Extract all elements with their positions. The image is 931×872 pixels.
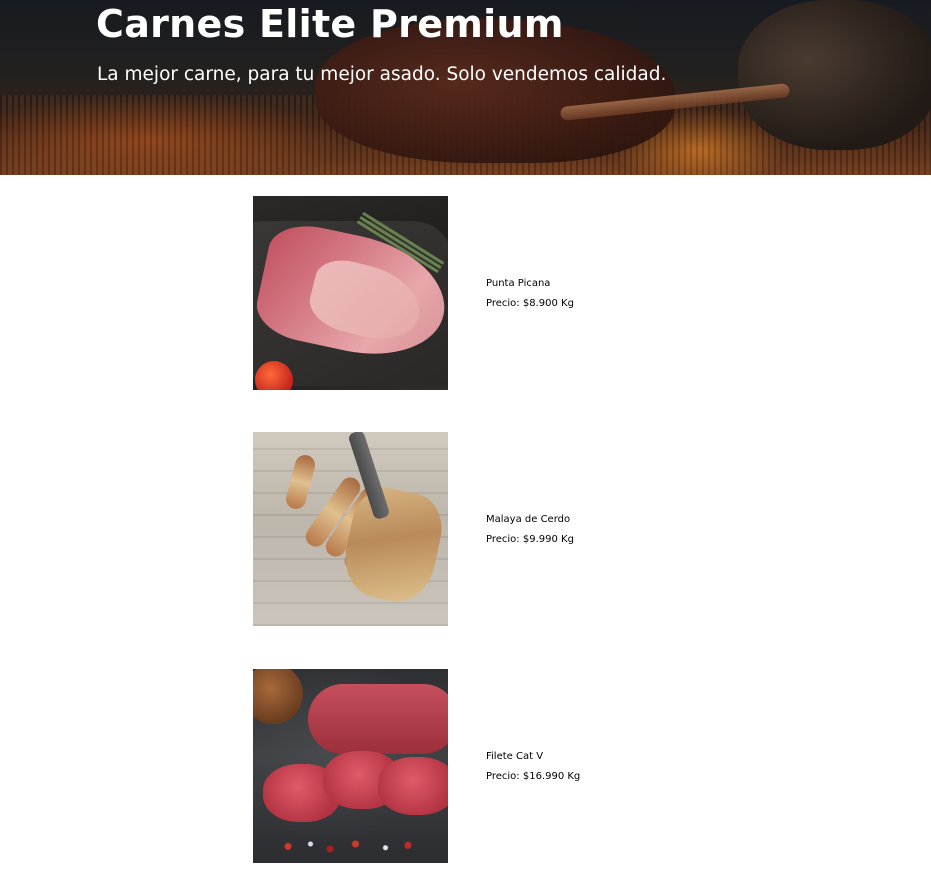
product-name: Malaya de Cerdo (486, 514, 571, 525)
hero-banner: Carnes Elite Premium La mejor carne, par… (0, 0, 931, 175)
product-price: Precio: $8.900 Kg (486, 298, 574, 309)
product-card: Punta Picana Precio: $8.900 Kg (253, 196, 713, 390)
product-info: Punta Picana Precio: $8.900 Kg (486, 278, 574, 310)
pot-image (738, 0, 931, 150)
product-card: Filete Cat V Precio: $16.990 Kg (253, 669, 713, 863)
product-price: Precio: $16.990 Kg (486, 771, 581, 782)
product-image-malaya-de-cerdo (253, 432, 448, 626)
product-card: Malaya de Cerdo Precio: $9.990 Kg (253, 432, 713, 626)
page-subtitle: La mejor carne, para tu mejor asado. Sol… (97, 64, 667, 85)
product-image-punta-picana (253, 196, 448, 390)
product-name: Filete Cat V (486, 751, 544, 762)
product-info: Filete Cat V Precio: $16.990 Kg (486, 751, 580, 783)
product-price: Precio: $9.990 Kg (486, 534, 574, 545)
page-title: Carnes Elite Premium (96, 2, 564, 46)
product-name: Punta Picana (486, 278, 551, 289)
product-image-filete-cat-v (253, 669, 448, 863)
product-info: Malaya de Cerdo Precio: $9.990 Kg (486, 514, 574, 546)
